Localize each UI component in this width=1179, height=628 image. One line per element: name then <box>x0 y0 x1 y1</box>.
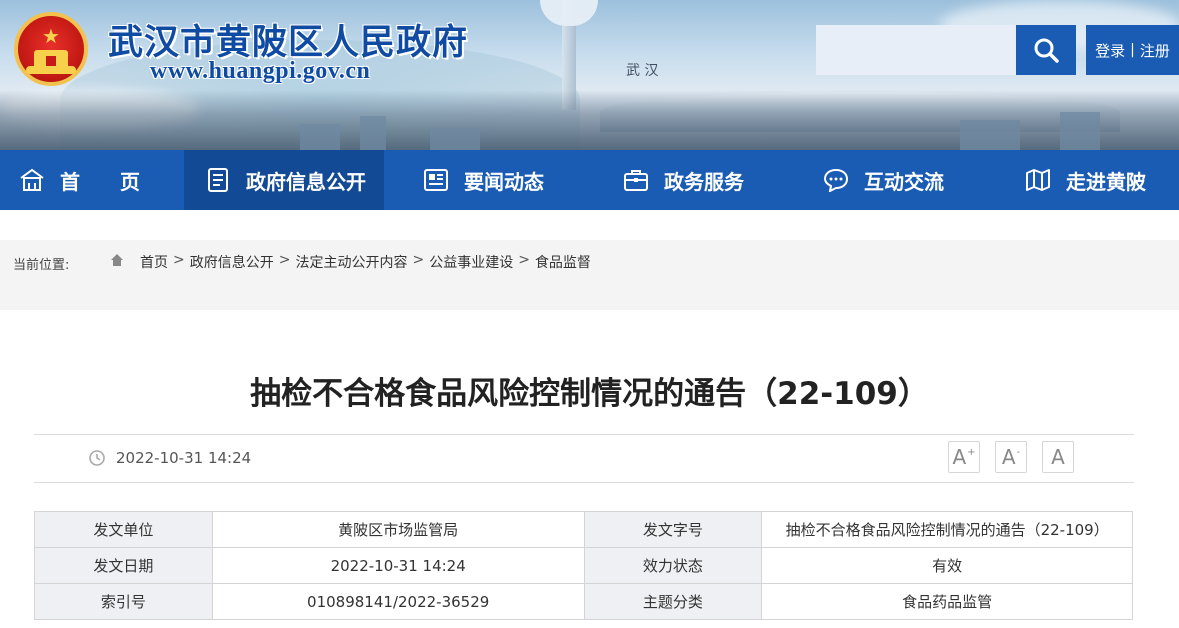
breadcrumb-list: 首页 > 政府信息公开 > 法定主动公开内容 > 公益事业建设 > 食品监督 <box>140 252 591 272</box>
nav-item-about-huangpi[interactable]: 走进黄陂 <box>984 150 1179 210</box>
font-decrease-mark: - <box>1016 446 1021 458</box>
header-banner: 武 汉 ★ 武汉市黄陂区人民政府 www.huangpi.gov.cn 登录 |… <box>0 0 1179 150</box>
breadcrumb: 当前位置: 首页 > 政府信息公开 > 法定主动公开内容 > 公益事业建设 > … <box>0 240 1179 280</box>
nav-label: 首 页 <box>60 169 140 194</box>
site-url: www.huangpi.gov.cn <box>150 58 371 84</box>
breadcrumb-separator: > <box>278 252 291 268</box>
font-increase-button[interactable]: A + <box>948 441 980 473</box>
font-reset-label: A <box>1051 445 1065 469</box>
banner-building <box>960 120 1020 150</box>
main-nav: 首 页 政府信息公开 要闻动态 政务服务 互动交流 走进黄陂 <box>0 150 1179 210</box>
banner-building <box>1060 112 1100 150</box>
clock-icon <box>88 449 106 471</box>
table-cell-label: 发文单位 <box>34 511 213 548</box>
table-cell-value: 黄陂区市场监管局 <box>211 511 585 548</box>
banner-building <box>300 124 340 150</box>
home-icon <box>18 166 46 194</box>
divider-top <box>34 434 1134 435</box>
login-link[interactable]: 登录 <box>1095 40 1125 61</box>
map-book-icon <box>1024 166 1052 194</box>
nav-label: 互动交流 <box>864 169 944 194</box>
table-cell-value: 抽检不合格食品风险控制情况的通告（22-109） <box>761 511 1133 548</box>
nav-label: 走进黄陂 <box>1066 169 1146 194</box>
font-increase-label: A <box>952 445 967 469</box>
document-list-icon <box>204 166 232 194</box>
breadcrumb-spacer <box>0 280 1179 310</box>
search-icon <box>1034 38 1059 63</box>
font-decrease-label: A <box>1001 445 1016 469</box>
nav-label: 要闻动态 <box>464 169 544 194</box>
table-cell-label: 发文日期 <box>34 547 213 584</box>
font-decrease-button[interactable]: A- <box>995 441 1027 473</box>
table-cell-label: 主题分类 <box>583 583 763 620</box>
table-cell-value: 2022-10-31 14:24 <box>211 547 585 584</box>
nav-label: 政府信息公开 <box>246 169 366 194</box>
table-row: 索引号 010898141/2022-36529 主题分类 食品药品监管 <box>34 583 1133 620</box>
banner-building <box>360 116 386 150</box>
table-row: 发文日期 2022-10-31 14:24 效力状态 有效 <box>34 547 1133 584</box>
nav-item-interaction[interactable]: 互动交流 <box>784 150 984 210</box>
breadcrumb-separator: > <box>412 252 425 268</box>
banner-building <box>430 128 480 150</box>
font-increase-mark: + <box>967 446 976 458</box>
search-button[interactable] <box>1016 25 1076 75</box>
nav-item-gov-info[interactable]: 政府信息公开 <box>184 150 384 210</box>
breadcrumb-separator: > <box>518 252 530 268</box>
chat-bubble-icon <box>822 166 850 194</box>
briefcase-icon <box>622 166 650 194</box>
divider-bottom <box>34 482 1134 483</box>
banner-calligraphy: 武 汉 <box>626 63 659 79</box>
login-register-box: 登录 | 注册 <box>1086 25 1179 75</box>
table-cell-value: 食品药品监管 <box>761 583 1133 620</box>
national-emblem-logo[interactable]: ★ <box>14 12 88 86</box>
document-info-table: 发文单位 黄陂区市场监管局 发文字号 抽检不合格食品风险控制情况的通告（22-1… <box>34 511 1133 620</box>
banner-tower-top <box>540 0 598 26</box>
home-small-icon <box>110 253 124 271</box>
table-cell-value: 有效 <box>761 547 1133 584</box>
breadcrumb-home[interactable]: 首页 <box>140 252 168 272</box>
table-row: 发文单位 黄陂区市场监管局 发文字号 抽检不合格食品风险控制情况的通告（22-1… <box>34 511 1133 548</box>
publish-date: 2022-10-31 14:24 <box>116 449 252 467</box>
table-cell-value: 010898141/2022-36529 <box>211 583 585 620</box>
login-separator: | <box>1130 42 1135 58</box>
register-link[interactable]: 注册 <box>1140 40 1170 61</box>
newspaper-icon <box>422 166 450 194</box>
breadcrumb-public-welfare[interactable]: 公益事业建设 <box>429 252 513 272</box>
breadcrumb-label: 当前位置: <box>13 258 70 273</box>
article-title: 抽检不合格食品风险控制情况的通告（22-109） <box>250 376 929 412</box>
breadcrumb-separator: > <box>173 252 185 268</box>
breadcrumb-food-supervision[interactable]: 食品监督 <box>535 252 591 272</box>
table-cell-label: 发文字号 <box>583 511 763 548</box>
nav-item-home[interactable]: 首 页 <box>0 150 184 210</box>
breadcrumb-gov-info[interactable]: 政府信息公开 <box>190 252 274 272</box>
nav-item-news[interactable]: 要闻动态 <box>384 150 584 210</box>
nav-item-gov-service[interactable]: 政务服务 <box>584 150 784 210</box>
font-reset-button[interactable]: A <box>1042 441 1074 473</box>
breadcrumb-statutory[interactable]: 法定主动公开内容 <box>295 252 407 272</box>
table-cell-label: 索引号 <box>34 583 213 620</box>
table-cell-label: 效力状态 <box>583 547 763 584</box>
search-input[interactable] <box>816 25 1016 75</box>
nav-label: 政务服务 <box>664 169 744 194</box>
